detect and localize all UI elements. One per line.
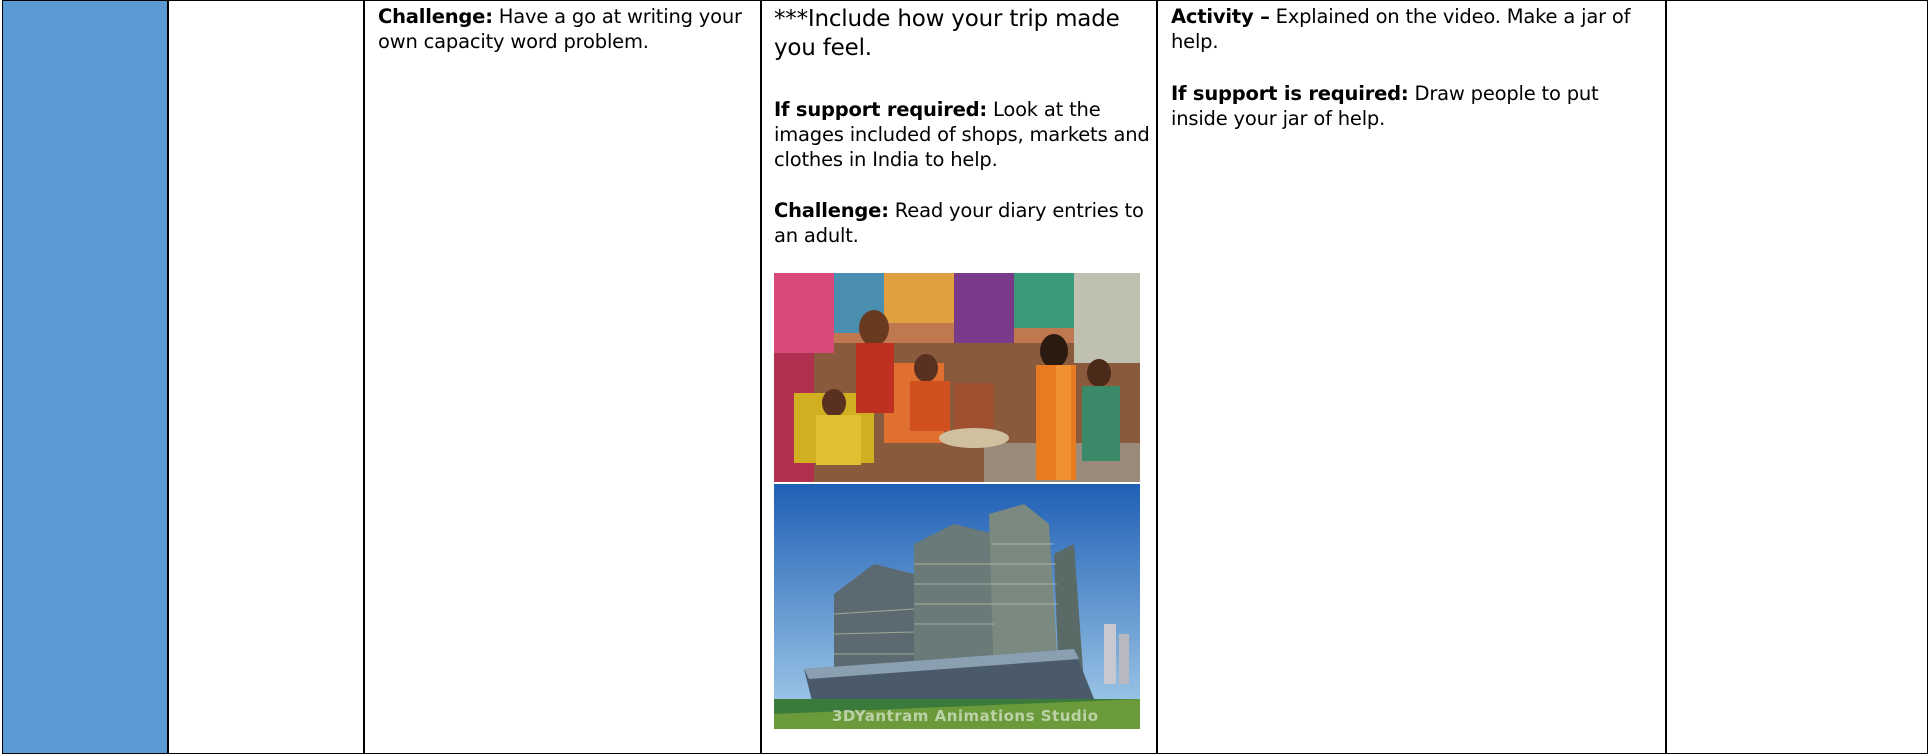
maths-challenge: Challenge: Have a go at writing your own… [378, 4, 753, 54]
support-label: If support required: [774, 98, 988, 121]
activity-instructions: Activity – Explained on the video. Make … [1171, 4, 1651, 54]
activity-label: Activity – [1171, 5, 1270, 28]
writing-column: ***Include how your trip made you feel. … [762, 1, 1158, 753]
writing-support: If support required: Look at the images … [774, 97, 1152, 172]
activity-support: If support is required: Draw people to p… [1171, 81, 1651, 131]
empty-column [169, 1, 365, 753]
support-label: If support is required: [1171, 82, 1409, 105]
writing-challenge: Challenge: Read your diary entries to an… [774, 198, 1152, 248]
lesson-table: Challenge: Have a go at writing your own… [2, 0, 1928, 754]
activity-column: Activity – Explained on the video. Make … [1158, 1, 1667, 753]
blue-label-column [3, 1, 169, 753]
empty-column-right [1667, 1, 1929, 753]
market-photo [774, 273, 1140, 482]
challenge-label: Challenge: [378, 5, 493, 28]
image-watermark: 3DYantram Animations Studio [832, 707, 1099, 725]
challenge-label: Challenge: [774, 199, 889, 222]
maths-column: Challenge: Have a go at writing your own… [365, 1, 762, 753]
include-feelings-note: ***Include how your trip made you feel. [774, 6, 1120, 61]
building-render: 3DYantram Animations Studio [774, 484, 1140, 729]
